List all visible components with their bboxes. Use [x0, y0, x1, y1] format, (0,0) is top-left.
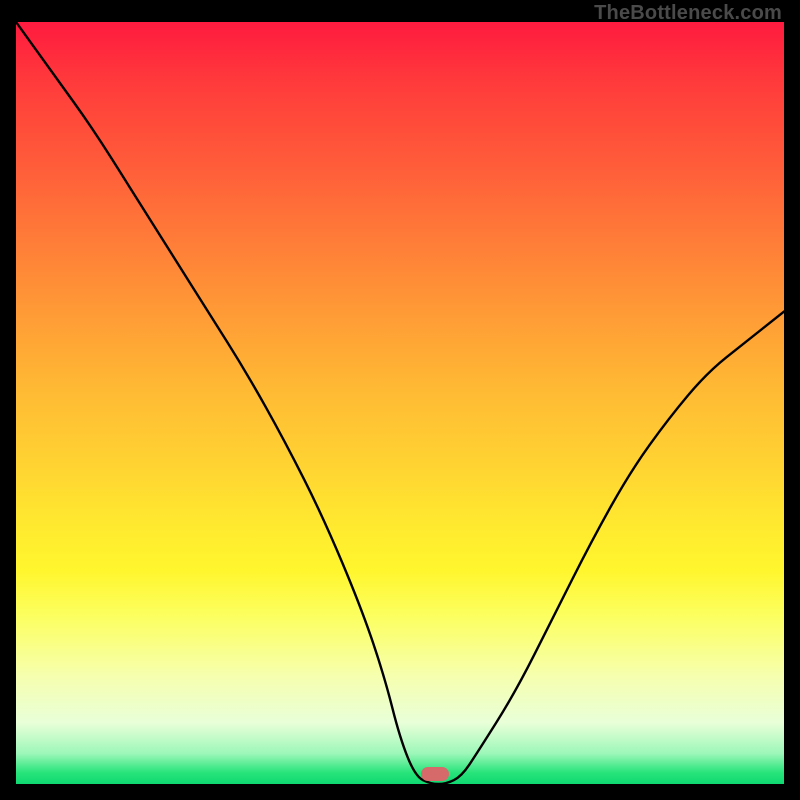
watermark-text: TheBottleneck.com	[594, 2, 782, 25]
chart-frame: TheBottleneck.com	[0, 0, 800, 800]
plot-area	[16, 22, 784, 784]
bottleneck-curve	[16, 22, 784, 784]
optimal-marker	[421, 767, 449, 781]
